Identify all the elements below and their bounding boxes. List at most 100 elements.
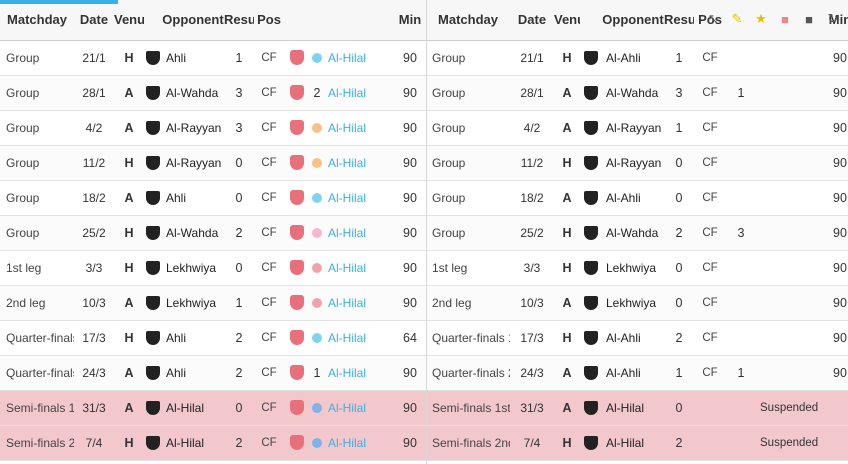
table-row[interactable]: Group 28/1 A Al-Wahda 3 CF 2 Al-Hilal 90 — [0, 75, 426, 111]
date-cell: 17/3 — [510, 320, 554, 356]
result-cell: 0 — [224, 145, 254, 181]
club-link[interactable]: Al-Hilal — [324, 425, 394, 461]
table-row[interactable]: 2nd leg 10/3 A Lekhwiya 1 CF Al-Hilal 90 — [0, 285, 426, 321]
col-pos[interactable]: Pos — [254, 0, 284, 41]
table-row[interactable]: Quarter-finals 1st leg17/3H Ahli2CF Al-Hil… — [0, 320, 426, 356]
opponent-cell[interactable]: Lekhwiya — [162, 285, 224, 321]
opponent-cell[interactable]: Al-Hilal — [602, 425, 664, 461]
opponent-cell[interactable]: Al-Ahli — [602, 355, 664, 391]
col-date[interactable]: Date — [510, 0, 554, 41]
club-link[interactable]: Al-Hilal — [324, 390, 394, 426]
table-row[interactable]: Group 11/2 H Al-Rayyan 0 CF 90 — [426, 145, 848, 181]
opponent-cell[interactable]: Al-Wahda — [162, 215, 224, 251]
table-row[interactable]: 1st leg 3/3 H Lekhwiya 0 CF Al-Hilal 90 — [0, 250, 426, 286]
col-date[interactable]: Date — [74, 0, 114, 41]
club-crest-icon — [584, 330, 598, 345]
club-link[interactable]: Al-Hilal — [324, 145, 394, 181]
star-icon[interactable]: ★ — [752, 10, 770, 28]
col-minutes[interactable]: Min — [394, 0, 426, 41]
club-link[interactable]: Al-Hilal — [324, 285, 394, 321]
table-row[interactable]: Semi-finals 1st leg31/3AAl-Hilal0CFAl-Hi… — [0, 390, 426, 426]
table-row[interactable]: Group 4/2 A Al-Rayyan 3 CF Al-Hilal 90 — [0, 110, 426, 146]
opponent-cell[interactable]: Al-Wahda — [162, 75, 224, 111]
opponent-cell[interactable]: Al-Wahda — [602, 215, 664, 251]
opponent-cell[interactable]: Ahli — [162, 40, 224, 76]
table-row[interactable]: Group 25/2 H Al-Wahda 2 CF Al-Hilal 90 — [0, 215, 426, 251]
opponent-cell[interactable]: Al-Rayyan — [602, 145, 664, 181]
col-venue[interactable]: Venue — [114, 0, 144, 41]
result-cell: 1 — [664, 40, 694, 76]
opponent-cell[interactable]: Al-Ahli — [602, 40, 664, 76]
club-crest-icon — [146, 365, 160, 380]
venue-cell: H — [114, 215, 144, 251]
crest-cell — [144, 215, 162, 251]
table-row[interactable]: Group 21/1 H Ahli 1 CF Al-Hilal 90 — [0, 40, 426, 76]
result-cell: 0 — [664, 285, 694, 321]
club-crest-icon — [146, 190, 160, 205]
table-row[interactable]: Group 25/2 H Al-Wahda 2 CF 3 90 — [426, 215, 848, 251]
club-link[interactable]: Al-Hilal — [324, 215, 394, 251]
match-table-right: Matchday Date Venue Opponent Result Pos … — [426, 0, 848, 461]
opponent-cell[interactable]: Al-Ahli — [602, 320, 664, 356]
table-row[interactable]: Semi-finals 2nd leg7/4H Al-Hilal2 Suspende… — [426, 425, 848, 461]
venue-cell: A — [554, 285, 580, 321]
table-row[interactable]: Quarter-finals 2nd leg24/3A Ahli2CF 1Al-Hi… — [0, 355, 426, 391]
table-row[interactable]: Quarter-finals 2nd leg24/3AAl-Ahli1CF190 — [426, 355, 848, 391]
club-crest-icon — [584, 225, 598, 240]
minutes-cell: 90 — [394, 40, 426, 76]
col-round[interactable]: Matchday — [0, 0, 74, 41]
status-cell: Suspended — [756, 390, 824, 426]
flag-icon[interactable]: ■ — [776, 10, 794, 28]
opponent-cell[interactable]: Al-Wahda — [602, 75, 664, 111]
position-cell: CF — [694, 285, 726, 321]
square-icon[interactable]: ■ — [800, 10, 818, 28]
col-result[interactable]: Result — [224, 0, 254, 41]
table-row[interactable]: Group 18/2 A Al-Ahli 0 CF 90 — [426, 180, 848, 216]
opponent-cell[interactable]: Al-Hilal — [162, 390, 224, 426]
opponent-cell[interactable]: Lekhwiya — [602, 285, 664, 321]
opponent-cell[interactable]: Al-Rayyan — [162, 145, 224, 181]
table-row[interactable]: Group 4/2 A Al-Rayyan 1 CF 90 — [426, 110, 848, 146]
club-link[interactable]: Al-Hilal — [324, 110, 394, 146]
club-link[interactable]: Al-Hilal — [324, 180, 394, 216]
opponent-cell[interactable]: Al-Rayyan — [162, 110, 224, 146]
opponent-cell[interactable]: Al-Rayyan — [602, 110, 664, 146]
col-opponent[interactable]: Opponent — [162, 0, 224, 41]
club-link[interactable]: Al-Hilal — [324, 355, 394, 391]
opponent-cell[interactable]: Ahli — [162, 180, 224, 216]
extra-cell — [726, 390, 756, 426]
table-row[interactable]: Group 18/2 A Ahli 0 CF Al-Hilal 90 — [0, 180, 426, 216]
col-result[interactable]: Result — [664, 0, 694, 41]
club-link[interactable]: Al-Hilal — [324, 250, 394, 286]
opponent-cell[interactable]: Lekhwiya — [602, 250, 664, 286]
minutes-cell: 90 — [824, 110, 848, 146]
opponent-cell[interactable]: Al-Hilal — [162, 425, 224, 461]
opponent-cell[interactable]: Ahli — [162, 355, 224, 391]
highlight-icon[interactable]: ✎ — [728, 10, 746, 28]
table-row[interactable]: Group 28/1 A Al-Wahda 3 CF 1 90 — [426, 75, 848, 111]
table-row[interactable]: 1st leg 3/3 H Lekhwiya 0 CF 90 — [426, 250, 848, 286]
table-row[interactable]: 2nd leg 10/3 A Lekhwiya 0 CF 90 — [426, 285, 848, 321]
opponent-cell[interactable]: Lekhwiya — [162, 250, 224, 286]
table-row[interactable]: Semi-finals 2nd leg7/4HAl-Hilal2CFAl-Hil… — [0, 425, 426, 461]
opponent-cell[interactable]: Al-Ahli — [602, 180, 664, 216]
cursor-icon[interactable]: ↖ — [704, 10, 722, 28]
table-row[interactable]: Semi-finals 1st leg31/3A Al-Hilal0 Suspend… — [426, 390, 848, 426]
col-round[interactable]: Matchday — [426, 0, 510, 41]
table-row[interactable]: Quarter-finals 1st leg17/3H Al-Ahli2CF 90 — [426, 320, 848, 356]
opponent-cell[interactable]: Al-Hilal — [602, 390, 664, 426]
club-link[interactable]: Al-Hilal — [324, 75, 394, 111]
table-row[interactable]: Group 11/2 H Al-Rayyan 0 CF Al-Hilal 90 — [0, 145, 426, 181]
venue-cell: A — [554, 110, 580, 146]
table-row[interactable]: Group 21/1 H Al-Ahli 1 CF 90 — [426, 40, 848, 76]
refresh-icon[interactable]: ↻ — [824, 10, 842, 28]
col-venue[interactable]: Venue — [554, 0, 580, 41]
club-link[interactable]: Al-Hilal — [324, 320, 394, 356]
col-opponent[interactable]: Opponent — [602, 0, 664, 41]
status-cell — [756, 40, 824, 76]
club-link[interactable]: Al-Hilal — [324, 40, 394, 76]
result-cell: 0 — [224, 180, 254, 216]
opponent-cell[interactable]: Ahli — [162, 320, 224, 356]
position-cell — [694, 425, 726, 461]
crest-cell — [580, 390, 602, 426]
